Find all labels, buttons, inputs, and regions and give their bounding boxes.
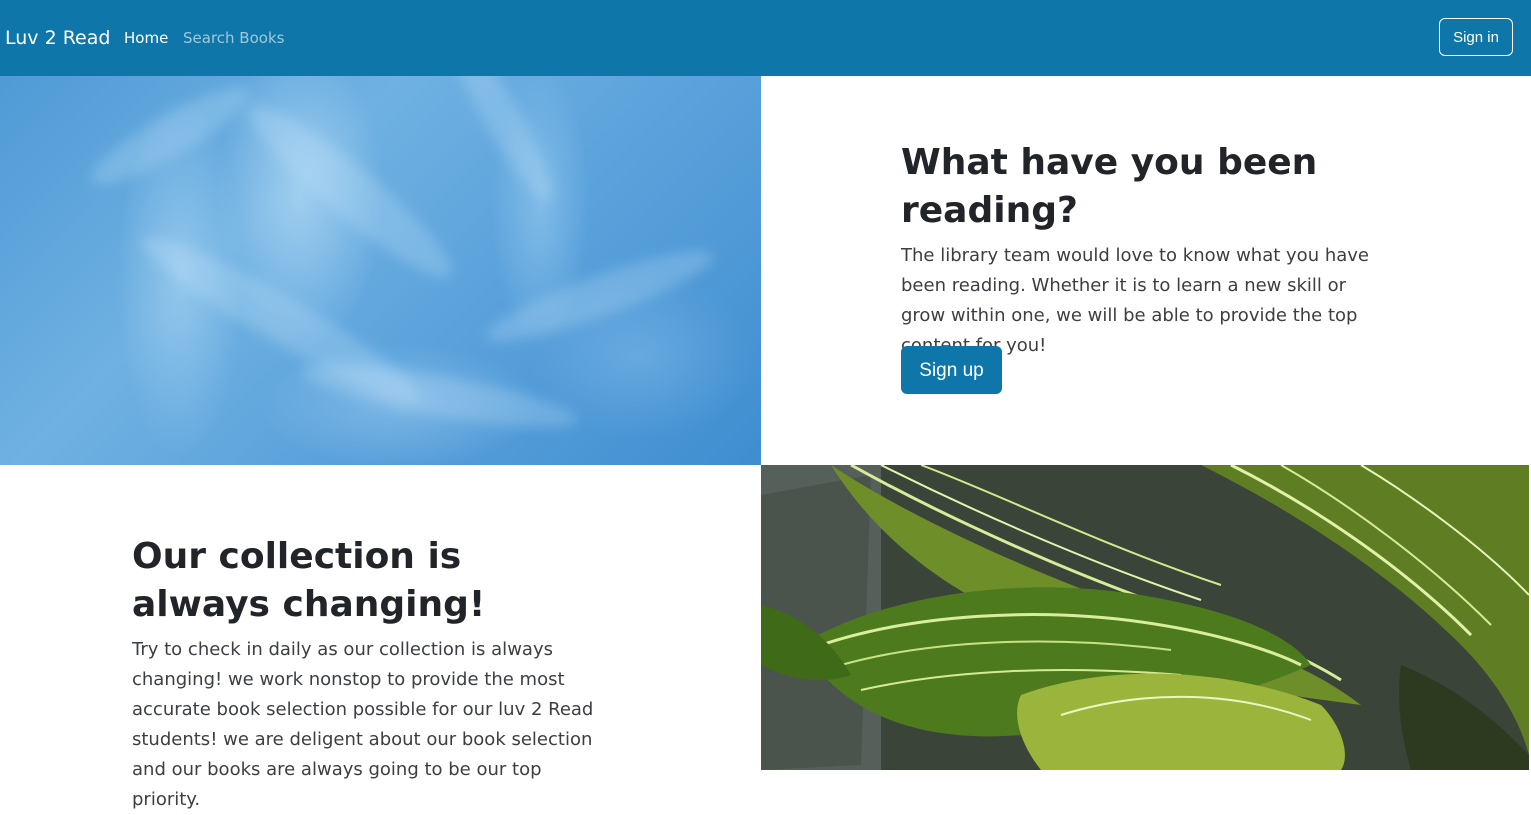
cloud-streak bbox=[82, 76, 258, 199]
brand-logo-text[interactable]: Luv 2 Read bbox=[5, 24, 110, 52]
nav-link-home[interactable]: Home bbox=[124, 27, 168, 49]
sign-in-button[interactable]: Sign in bbox=[1439, 18, 1513, 56]
collection-description: Try to check in daily as our collection … bbox=[132, 639, 594, 810]
cloud-streak bbox=[234, 88, 466, 294]
sky-image bbox=[0, 76, 761, 465]
reading-heading: What have you been reading? bbox=[901, 142, 1318, 231]
cloud-streak bbox=[298, 351, 582, 441]
top-navbar: Luv 2 Read Home Search Books Sign in bbox=[0, 0, 1531, 76]
collection-section: Our collection is always changing! Try t… bbox=[132, 533, 622, 815]
reading-description: The library team would love to know what… bbox=[901, 245, 1369, 356]
leaves-image bbox=[761, 465, 1529, 770]
sign-up-button[interactable]: Sign up bbox=[901, 346, 1002, 394]
reading-section: What have you been reading? The library … bbox=[901, 139, 1401, 361]
cloud-streak bbox=[480, 236, 720, 356]
collection-heading: Our collection is always changing! bbox=[132, 536, 486, 625]
cloud-streak bbox=[434, 76, 566, 210]
nav-link-search-books[interactable]: Search Books bbox=[183, 27, 284, 49]
leaves-illustration bbox=[761, 465, 1529, 770]
